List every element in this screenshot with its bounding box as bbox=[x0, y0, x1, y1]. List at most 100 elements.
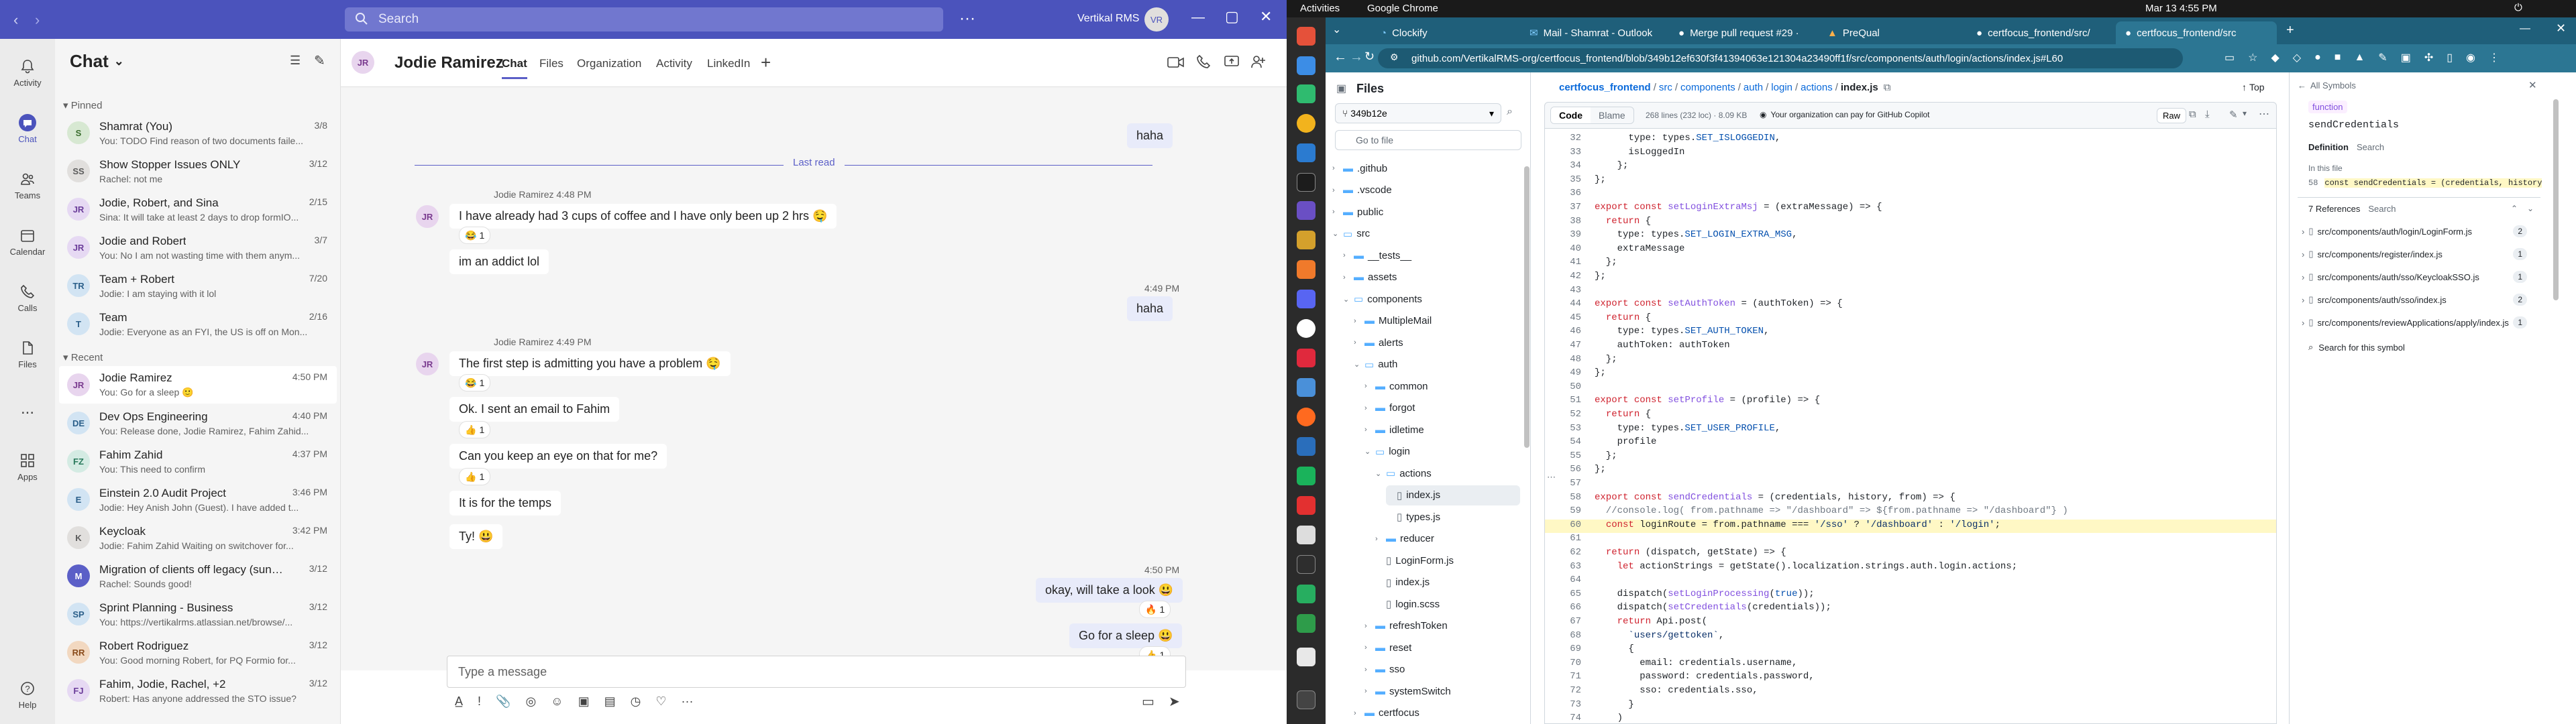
code-line[interactable]: 58 export const sendCredentials = (creden… bbox=[1545, 492, 2276, 506]
user-avatar[interactable]: VR bbox=[1144, 7, 1169, 32]
app-dock-icon[interactable] bbox=[1297, 585, 1316, 603]
branch-selector[interactable]: ⑂ 349b12e ▾ bbox=[1335, 103, 1501, 123]
copilot-notice[interactable]: ◉ Your organization can pay for GitHub Co… bbox=[1760, 110, 1930, 119]
close-icon[interactable]: ✕ bbox=[2528, 79, 2537, 91]
code-line[interactable]: 52 return { bbox=[1545, 409, 2276, 423]
file-tree-item[interactable]: ▯ index.js bbox=[1375, 572, 1520, 593]
file-tree-item[interactable]: ▯ login.scss bbox=[1375, 594, 1520, 614]
reference-item[interactable]: › ▯ src/components/auth/sso/index.js 2 bbox=[2302, 288, 2527, 311]
new-tab-icon[interactable]: + bbox=[2286, 23, 2294, 38]
close-icon[interactable]: ✕ bbox=[1260, 8, 1272, 25]
reaction-badge[interactable]: 🔥 1 bbox=[1139, 601, 1171, 618]
raw-button[interactable]: Raw bbox=[2157, 108, 2187, 123]
line-number[interactable]: 59 bbox=[1545, 505, 1595, 520]
chat-list-item[interactable]: T Team 2/16 Jodie: Everyone as an FYI, the … bbox=[59, 305, 337, 343]
go-to-file-input[interactable]: Go to file bbox=[1335, 130, 1521, 150]
line-number[interactable]: 68 bbox=[1545, 630, 1595, 644]
video-call-icon[interactable] bbox=[1167, 55, 1185, 70]
file-tree-item[interactable]: › ▬ reducer bbox=[1375, 529, 1520, 549]
chat-list-item[interactable]: E Einstein 2.0 Audit Project 3:46 PM Jodie:… bbox=[59, 481, 337, 518]
recent-section-header[interactable]: ▾ Recent bbox=[63, 351, 103, 363]
tab-pull-request[interactable]: ● Merge pull request #29 · bbox=[1669, 21, 1815, 44]
search-symbol-link[interactable]: ⌕ Search for this symbol bbox=[2308, 342, 2405, 353]
extension-icon[interactable]: ● bbox=[2314, 52, 2321, 64]
extension-icon[interactable]: ◆ bbox=[2271, 51, 2279, 64]
scrollbar[interactable] bbox=[1524, 166, 1529, 448]
file-tree-item[interactable]: › ▬ assets bbox=[1343, 267, 1520, 288]
blame-tab[interactable]: Blame bbox=[1591, 107, 1633, 123]
app-dock-icon[interactable] bbox=[1297, 614, 1316, 633]
line-number[interactable]: 42 bbox=[1545, 271, 1595, 285]
bookmark-star-icon[interactable]: ☆ bbox=[2248, 51, 2257, 64]
code-tab[interactable]: Code bbox=[1551, 107, 1591, 123]
code-line[interactable]: 42}; bbox=[1545, 271, 2276, 285]
trash-dock-icon[interactable] bbox=[1297, 648, 1316, 666]
line-number[interactable]: 50 bbox=[1545, 381, 1595, 396]
code-line[interactable]: 38 return { bbox=[1545, 216, 2276, 230]
code-line[interactable]: 37 export const setLoginExtraMsj = (extra… bbox=[1545, 202, 2276, 216]
code-line[interactable]: 34 }; bbox=[1545, 160, 2276, 174]
code-line[interactable]: 54 profile bbox=[1545, 436, 2276, 450]
file-tree-item[interactable]: › ▬ alerts bbox=[1354, 333, 1520, 353]
more-icon[interactable]: ··· bbox=[681, 695, 693, 709]
file-tree-item[interactable]: › ▬ public bbox=[1332, 202, 1520, 222]
collapse-sidebar-icon[interactable]: ▣ bbox=[1336, 82, 1346, 95]
breadcrumb-link[interactable]: auth bbox=[1743, 82, 1763, 93]
code-line[interactable]: 43 bbox=[1545, 285, 2276, 299]
more-options-icon[interactable]: ⋯ bbox=[2259, 107, 2269, 121]
extension-icon[interactable]: ◇ bbox=[2293, 51, 2301, 64]
file-tree-item[interactable]: ▯ LoginForm.js bbox=[1375, 550, 1520, 570]
file-tree-item[interactable]: › ▬ systemSwitch bbox=[1364, 681, 1520, 701]
line-number[interactable]: 44 bbox=[1545, 298, 1595, 312]
file-tree-item[interactable]: › ▬ .vscode bbox=[1332, 180, 1520, 200]
contact-avatar[interactable]: JR bbox=[352, 51, 374, 74]
file-tree-item[interactable]: › ▬ __tests__ bbox=[1343, 245, 1520, 265]
breadcrumb-link[interactable]: components bbox=[1680, 82, 1735, 93]
line-options-icon[interactable]: ⋯ bbox=[1547, 472, 1556, 483]
show-apps-icon[interactable] bbox=[1297, 690, 1316, 709]
profile-icon[interactable]: ◉ bbox=[2466, 51, 2475, 64]
file-tree-item[interactable]: ⌄ ▭ auth bbox=[1354, 355, 1520, 375]
line-number[interactable]: 43 bbox=[1545, 285, 1595, 299]
reaction-badge[interactable]: 👍 1 bbox=[459, 468, 491, 485]
minimize-icon[interactable]: — bbox=[2520, 23, 2530, 35]
chat-list-item[interactable]: FJ Fahim, Jodie, Rachel, +2 3/12 Robert: Ha… bbox=[59, 672, 337, 709]
emoji-icon[interactable]: ☺ bbox=[551, 695, 563, 709]
chrome-dock-icon[interactable] bbox=[1297, 114, 1316, 133]
message-bubble[interactable]: Can you keep an eye on that for me? bbox=[449, 444, 667, 469]
chevron-down-icon[interactable]: ▾ bbox=[2243, 109, 2247, 118]
message-bubble[interactable]: haha bbox=[1127, 296, 1173, 321]
rail-files[interactable]: Files bbox=[0, 326, 55, 379]
message-bubble[interactable]: It is for the temps bbox=[449, 491, 561, 516]
app-dock-icon[interactable] bbox=[1297, 27, 1316, 46]
code-line[interactable]: 49}; bbox=[1545, 367, 2276, 381]
code-line[interactable]: 67 return Api.post( bbox=[1545, 616, 2276, 630]
chrome-menu-icon[interactable]: ⋮ bbox=[2489, 51, 2500, 64]
code-line[interactable]: 55 }; bbox=[1545, 450, 2276, 465]
message-compose-input[interactable]: Type a message bbox=[447, 656, 1186, 688]
chat-list-item[interactable]: FZ Fahim Zahid 4:37 PM You: This need to co… bbox=[59, 442, 337, 480]
top-button[interactable]: ↑ Top bbox=[2242, 82, 2265, 93]
power-icon[interactable]: ⏻ bbox=[2514, 2, 2522, 13]
code-line[interactable]: 74 ) bbox=[1545, 713, 2276, 723]
file-tree-item[interactable]: › ▬ forgot bbox=[1364, 398, 1520, 418]
file-tree-item[interactable]: › ▬ .github bbox=[1332, 158, 1520, 178]
line-number[interactable]: 74 bbox=[1545, 713, 1595, 723]
breadcrumb-link[interactable]: src bbox=[1659, 82, 1672, 93]
tab-github-active[interactable]: ● certfocus_frontend/src bbox=[2116, 21, 2277, 44]
code-line[interactable]: 59 //console.log( from.pathname => "/das… bbox=[1545, 505, 2276, 520]
code-line[interactable]: 60 const loginRoute = from.pathname === … bbox=[1545, 519, 2276, 534]
line-number[interactable]: 66 bbox=[1545, 602, 1595, 616]
file-tree-item[interactable]: ⌄ ▭ login bbox=[1364, 442, 1520, 462]
code-line[interactable]: 40 extraMessage bbox=[1545, 243, 2276, 257]
line-number[interactable]: 33 bbox=[1545, 147, 1595, 161]
rail-activity[interactable]: Activity bbox=[0, 44, 55, 98]
rail-more[interactable]: ... bbox=[0, 382, 55, 436]
edit-icon[interactable]: ✎ bbox=[2229, 109, 2238, 121]
chevron-up-icon[interactable]: ⌃ bbox=[2511, 204, 2518, 213]
filter-icon[interactable]: ☰ bbox=[290, 54, 301, 68]
clock[interactable]: Mar 13 4:55 PM bbox=[2145, 3, 2217, 14]
reference-item[interactable]: › ▯ src/components/reviewApplications/appl… bbox=[2302, 311, 2527, 334]
app-dock-icon[interactable] bbox=[1297, 319, 1316, 338]
app-dock-icon[interactable] bbox=[1297, 260, 1316, 279]
